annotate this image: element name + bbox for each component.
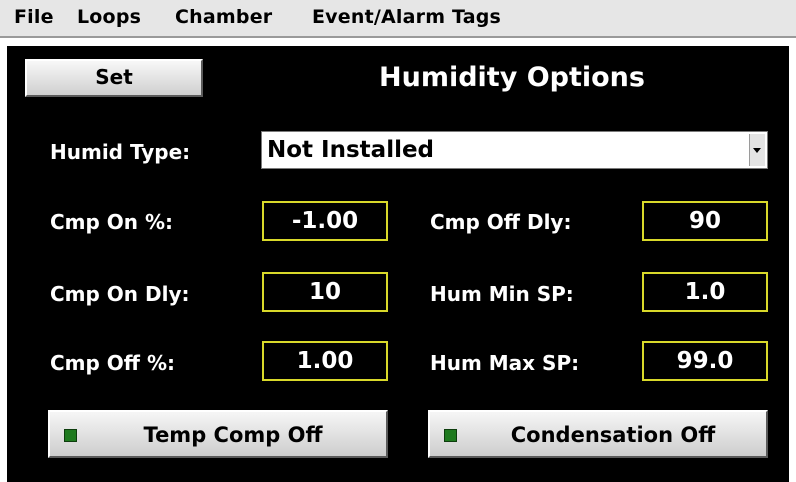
hum-min-sp-field[interactable]: 1.0	[642, 272, 768, 312]
cmp-on-pct-label: Cmp On %:	[50, 210, 174, 234]
page-title: Humidity Options	[379, 62, 645, 93]
dropdown-toggle[interactable]	[749, 134, 765, 166]
temp-comp-indicator-icon	[64, 429, 77, 442]
menu-loops[interactable]: Loops	[77, 6, 141, 28]
humid-type-label: Humid Type:	[50, 140, 191, 164]
condensation-label: Condensation Off	[510, 423, 716, 447]
condensation-toggle-button[interactable]: Condensation Off	[428, 410, 768, 458]
cmp-on-pct-field[interactable]: -1.00	[262, 201, 388, 241]
temp-comp-toggle-button[interactable]: Temp Comp Off	[48, 410, 388, 458]
menu-chamber[interactable]: Chamber	[175, 6, 272, 28]
hum-max-sp-label: Hum Max SP:	[430, 351, 580, 375]
chevron-down-icon	[753, 148, 761, 153]
menu-bar: File Loops Chamber Event/Alarm Tags	[0, 0, 796, 38]
cmp-on-dly-field[interactable]: 10	[262, 272, 388, 312]
cmp-off-pct-field[interactable]: 1.00	[262, 341, 388, 381]
cmp-on-dly-label: Cmp On Dly:	[50, 282, 190, 306]
cmp-off-pct-label: Cmp Off %:	[50, 351, 175, 375]
temp-comp-label: Temp Comp Off	[143, 423, 323, 447]
condensation-indicator-icon	[444, 429, 457, 442]
cmp-off-dly-field[interactable]: 90	[642, 201, 768, 241]
cmp-off-dly-label: Cmp Off Dly:	[430, 210, 572, 234]
humid-type-value: Not Installed	[267, 137, 435, 163]
set-button[interactable]: Set	[25, 59, 203, 97]
menu-event-alarm-tags[interactable]: Event/Alarm Tags	[312, 6, 501, 28]
hum-min-sp-label: Hum Min SP:	[430, 282, 574, 306]
menu-file[interactable]: File	[14, 6, 54, 28]
humid-type-select[interactable]: Not Installed	[261, 131, 768, 169]
hum-max-sp-field[interactable]: 99.0	[642, 341, 768, 381]
